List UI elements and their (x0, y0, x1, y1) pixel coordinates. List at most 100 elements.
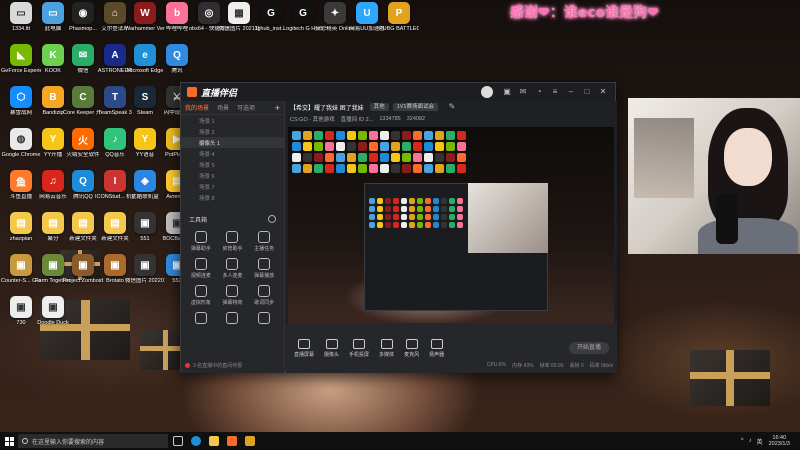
tab-scenes[interactable]: 场景 (217, 103, 229, 112)
input-language[interactable]: 英 (757, 437, 763, 446)
minimize-icon[interactable]: – (565, 86, 577, 98)
desktop-icon[interactable]: A ASTRONEER (98, 44, 132, 84)
toolbox-tool[interactable]: 弹幕助手 (185, 231, 217, 252)
toolbox-tool[interactable]: 视频连麦 (185, 258, 217, 279)
desktop-icon[interactable]: b 哔哩哔哩 (160, 2, 194, 42)
tab-options[interactable]: 可选项 (237, 103, 255, 112)
screen-capture-button[interactable]: 直播屏幕 (294, 338, 314, 358)
gift-icon[interactable]: ▣ (501, 86, 513, 98)
speaker-button[interactable]: 扬声器 (429, 338, 444, 358)
desktop-icon[interactable]: e Microsoft Edge (127, 44, 163, 84)
desktop-icon[interactable]: Glghub_inst... (254, 2, 288, 42)
edge-taskbar-icon[interactable] (188, 433, 204, 449)
desktop-icon[interactable]: S Steam (128, 86, 162, 126)
desktop-icon[interactable]: ▤ 新建文件夹 (66, 212, 100, 252)
desktop-icon[interactable]: ▤ zhaopian (4, 212, 38, 252)
desktop-icon[interactable]: ▣ Doodle Duck (36, 296, 70, 336)
desktop-icon[interactable]: ♫ 网易云音乐 (36, 170, 70, 210)
desktop-icon[interactable]: ▣ Farm Together (35, 254, 71, 294)
room-title[interactable]: 【希交】耀了我妹 困了我妹 (290, 103, 364, 112)
desktop-icon[interactable]: ▭ 1334.ltt (4, 2, 38, 42)
camera-button[interactable]: 摄像头 (324, 338, 339, 358)
tray-expand-icon[interactable]: ^ (741, 438, 744, 444)
desktop-icon[interactable]: ▤ 新建文件夹 (98, 212, 132, 252)
desktop-icon[interactable]: Q 腾讯QQ (66, 170, 100, 210)
toolbox-tool[interactable]: 主播任务 (248, 231, 280, 252)
desktop-icon[interactable]: ✦ 反恐精英 Online (315, 2, 355, 42)
media-button[interactable]: 多媒体 (379, 338, 394, 358)
task-view-icon[interactable] (170, 433, 186, 449)
live-app-taskbar-icon[interactable] (224, 433, 240, 449)
desktop-icon[interactable]: ▣ Brotato (98, 254, 132, 294)
desktop-icon[interactable]: ◍ Google Chrome (2, 128, 40, 168)
desktop-icon[interactable]: ▦微信图片 2021111... (219, 2, 259, 42)
desktop-icon[interactable]: Y YY语音 (128, 128, 162, 168)
desktop-icon[interactable]: ▣ Project Zomboid (63, 254, 103, 294)
scene-item[interactable]: 场景 1 (181, 115, 284, 126)
bell-icon[interactable]: ◔ (533, 86, 545, 98)
maximize-icon[interactable]: □ (581, 86, 593, 98)
toolbox-tool[interactable]: 多人连麦 (217, 258, 249, 279)
start-live-button[interactable]: 开始直播 (569, 342, 609, 354)
desktop-icon[interactable]: 火火绒安全软件 (66, 128, 100, 168)
desktop-icon[interactable]: ◎ obs64 - 快捷方式 (189, 2, 229, 42)
desktop-icon[interactable]: ▣ 730 (4, 296, 38, 336)
app-taskbar-icon[interactable] (242, 433, 258, 449)
add-scene-button[interactable]: + (275, 103, 280, 113)
phone-cast-button[interactable]: 手机投屏 (349, 338, 369, 358)
desktop-icon[interactable]: ✉ 微信 (66, 44, 100, 84)
toolbox-tool[interactable]: 歌词同步 (248, 285, 280, 306)
scene-item[interactable]: 场景 4 (181, 148, 284, 159)
scene-item[interactable]: 场景 6 (181, 170, 284, 181)
desktop-icon[interactable]: ◣GeForce Experience (1, 44, 41, 84)
desktop-icon[interactable]: C Core Keeper 开... (63, 86, 103, 126)
desktop-icon[interactable]: G Logitech G HUB (283, 2, 323, 42)
desktop-icon[interactable]: B Bandizip (36, 86, 70, 126)
desktop-icon[interactable]: P PUBG BATTLEGR... (379, 2, 419, 42)
gear-icon[interactable] (268, 215, 276, 223)
close-icon[interactable]: ✕ (597, 86, 609, 98)
mail-icon[interactable]: ✉ (517, 86, 529, 98)
stream-preview[interactable] (288, 127, 614, 323)
edit-icon[interactable]: ✎ (446, 101, 458, 113)
desktop-icon[interactable]: ⬡ 暴雪战网 (4, 86, 38, 126)
desktop-icon[interactable]: ◈ 优酷联机盒 (128, 170, 162, 210)
microphone-button[interactable]: 麦克风 (404, 338, 419, 358)
desktop-icon[interactable]: 鱼斗鱼直播 (4, 170, 38, 210)
desktop-icon[interactable]: ▭ 此电脑 (36, 2, 70, 42)
toolbox-tool[interactable] (248, 312, 280, 326)
desktop-icon[interactable]: Q 腾讯 (160, 44, 194, 84)
desktop-icon[interactable]: ⌂ 艾尔登法环 (98, 2, 132, 42)
explorer-taskbar-icon[interactable] (206, 433, 222, 449)
tag-chip[interactable]: 1V1赛场面试会 (392, 103, 438, 111)
scene-item[interactable]: 场景 7 (181, 181, 284, 192)
desktop-icon[interactable]: Y YY开播 (36, 128, 70, 168)
desktop-icon[interactable]: K KOOK (36, 44, 70, 84)
desktop-icon[interactable]: ▣ 551 (128, 212, 162, 252)
desktop-icon[interactable]: ◉ Phasmop... (66, 2, 100, 42)
start-button[interactable] (0, 432, 18, 450)
taskbar-search[interactable]: 在这里输入你要搜索的内容 (18, 434, 168, 448)
desktop-icon[interactable]: I ICONStud... 机器 (95, 170, 135, 210)
tab-my-scenes[interactable]: 我的场景 (185, 103, 209, 112)
desktop-icon[interactable]: T TeamSpeak 3 (98, 86, 132, 126)
scene-item[interactable]: 场景 5 (181, 159, 284, 170)
toolbox-tool[interactable]: 房管助手 (217, 231, 249, 252)
desktop-icon[interactable]: U 网易UU加速器 (349, 2, 385, 42)
scene-item[interactable]: 场景 8 (181, 192, 284, 203)
desktop-icon[interactable]: ▣Counter-S... Global Off... (1, 254, 41, 294)
category-chip[interactable]: 其他 (369, 103, 389, 111)
volume-icon[interactable]: ♪ (749, 438, 752, 444)
toolbox-tool[interactable]: 弹幕播放 (248, 258, 280, 279)
user-avatar[interactable] (481, 86, 493, 98)
desktop-icon[interactable]: WWarhammer Vermintide... (125, 2, 165, 42)
scene-item[interactable]: 场景 2 (181, 126, 284, 137)
clock[interactable]: 16:40 2023/1/3 (769, 435, 790, 447)
menu-icon[interactable]: ≡ (549, 86, 561, 98)
desktop-icon[interactable]: ♪ QQ音乐 (98, 128, 132, 168)
toolbox-tool[interactable]: 弹幕特效 (217, 285, 249, 306)
toolbox-tool[interactable] (217, 312, 249, 326)
toolbox-tool[interactable]: 虚拟形象 (185, 285, 217, 306)
toolbox-tool[interactable] (185, 312, 217, 326)
desktop-icon[interactable]: ▣微信图片 2022011... (125, 254, 165, 294)
